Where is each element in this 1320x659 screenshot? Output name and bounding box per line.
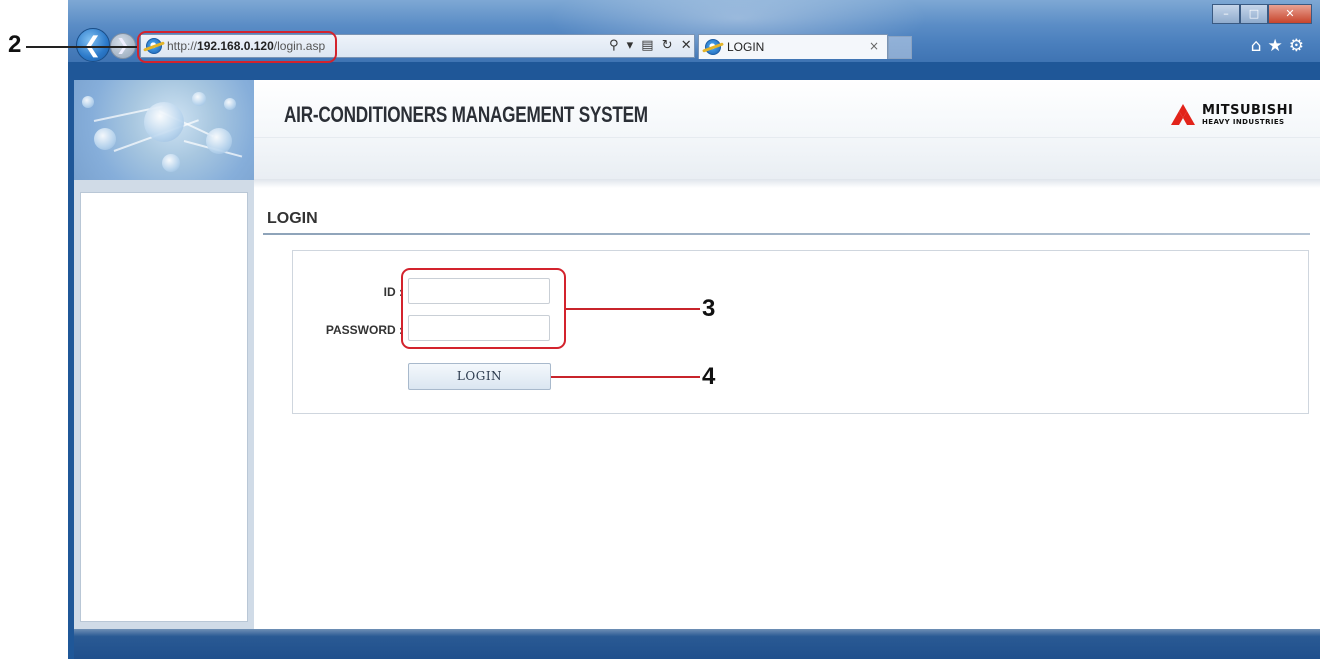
tab-login[interactable]: LOGIN × [698,34,888,59]
brand-subname: HEAVY INDUSTRIES [1202,118,1285,126]
page-title: LOGIN [267,210,318,227]
callout-4-number: 4 [702,363,716,390]
image-sphere [94,128,116,150]
new-tab-button[interactable] [888,36,912,59]
forward-arrow-icon: ❯ [116,35,130,54]
system-title: AIR-CONDITIONERS MANAGEMENT SYSTEM [284,102,648,127]
close-button[interactable]: ✕ [1268,4,1312,24]
callout-2-line [26,46,138,48]
brand-logo: MITSUBISHI HEAVY INDUSTRIES [1168,102,1318,128]
tab-favicon-icon [705,39,721,55]
page-viewport: AIR-CONDITIONERS MANAGEMENT SYSTEM MITSU… [74,80,1320,629]
address-tools[interactable]: ⚲ ▾ ▤ ↻ ✕ [609,38,694,53]
left-menu-panel [80,192,248,622]
toolbar-icons[interactable]: ⌂★⚙ [1251,36,1310,56]
image-sphere [192,92,206,106]
image-sphere [206,128,232,154]
page-header: AIR-CONDITIONERS MANAGEMENT SYSTEM MITSU… [254,80,1320,180]
image-sphere [162,154,180,172]
callout-4-line [551,376,700,378]
toolbar-strip [68,62,1320,80]
header-separator [254,137,1320,138]
callout-3-line [566,308,700,310]
id-label: ID : [383,285,403,299]
callout-3-number: 3 [702,295,716,322]
image-sphere [82,96,94,108]
brand-text: MITSUBISHI HEAVY INDUSTRIES [1202,103,1294,127]
image-sphere [144,102,184,142]
header-molecule-image [74,80,254,180]
left-frame [74,180,254,629]
callout-2-number: 2 [8,31,22,58]
password-label: PASSWORD : [325,323,403,337]
content-shade [254,180,1320,188]
back-button[interactable]: ❮ [76,28,110,62]
callout-3-frame [401,268,566,349]
callout-2-frame [137,31,337,63]
heading-rule [263,233,1310,235]
brand-name: MITSUBISHI [1202,103,1294,118]
browser-window: ❮ ❯ http://192.168.0.120/login.asp ⚲ ▾ ▤… [68,0,1320,659]
tab-title: LOGIN [727,40,765,54]
image-sphere [224,98,236,110]
login-button[interactable]: LOGIN [408,363,551,390]
tab-close-icon[interactable]: × [869,39,879,53]
maximize-button[interactable]: □ [1240,4,1268,24]
mitsubishi-diamonds-icon [1171,104,1195,125]
screenshot: ❮ ❯ http://192.168.0.120/login.asp ⚲ ▾ ▤… [0,0,1320,659]
window-controls: – □ ✕ [1212,4,1312,26]
minimize-button[interactable]: – [1212,4,1240,24]
status-bar [74,629,1320,659]
